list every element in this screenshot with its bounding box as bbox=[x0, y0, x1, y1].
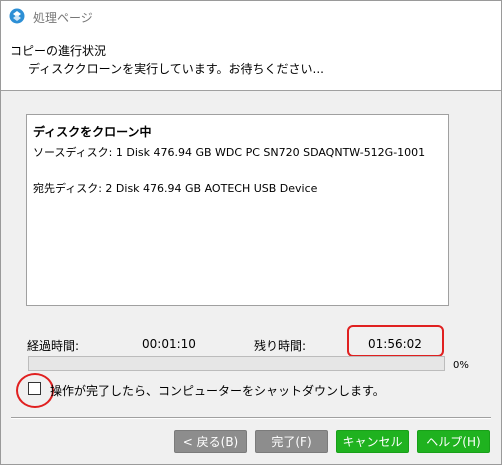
app-logo-icon bbox=[9, 8, 25, 24]
elapsed-time-label: 経過時間: bbox=[27, 339, 80, 353]
progress-bar bbox=[28, 356, 445, 371]
cancel-button[interactable]: キャンセル bbox=[336, 430, 409, 453]
operation-heading: ディスクをクローン中 bbox=[33, 125, 152, 139]
dialog-window: 処理ページ コピーの進行状況 ディスククローンを実行しています。お待ちください.… bbox=[0, 0, 502, 465]
back-button[interactable]: < 戻る(B) bbox=[174, 430, 247, 453]
remaining-time-highlight bbox=[347, 325, 444, 357]
footer-divider bbox=[11, 417, 491, 419]
destination-disk-text: 宛先ディスク: 2 Disk 476.94 GB AOTECH USB Devi… bbox=[33, 182, 318, 195]
page-title: コピーの進行状況 bbox=[10, 44, 107, 58]
help-button[interactable]: ヘルプ(H) bbox=[417, 430, 490, 453]
source-disk-text: ソースディスク: 1 Disk 476.94 GB WDC PC SN720 S… bbox=[33, 146, 426, 159]
title-bar: 処理ページ bbox=[1, 1, 501, 32]
elapsed-time-value: 00:01:10 bbox=[142, 337, 196, 351]
page-subtitle: ディスククローンを実行しています。お待ちください... bbox=[28, 62, 324, 76]
operation-info-panel: ディスクをクローン中 ソースディスク: 1 Disk 476.94 GB WDC… bbox=[26, 114, 449, 306]
window-title: 処理ページ bbox=[33, 11, 93, 25]
page-header: コピーの進行状況 ディスククローンを実行しています。お待ちください... bbox=[1, 32, 501, 91]
progress-percent: 0% bbox=[453, 360, 469, 371]
shutdown-checkbox-label[interactable]: 操作が完了したら、コンピューターをシャットダウンします。 bbox=[50, 382, 385, 399]
shutdown-checkbox[interactable] bbox=[28, 382, 41, 395]
remaining-time-label: 残り時間: bbox=[254, 339, 307, 353]
finish-button[interactable]: 完了(F) bbox=[255, 430, 328, 453]
